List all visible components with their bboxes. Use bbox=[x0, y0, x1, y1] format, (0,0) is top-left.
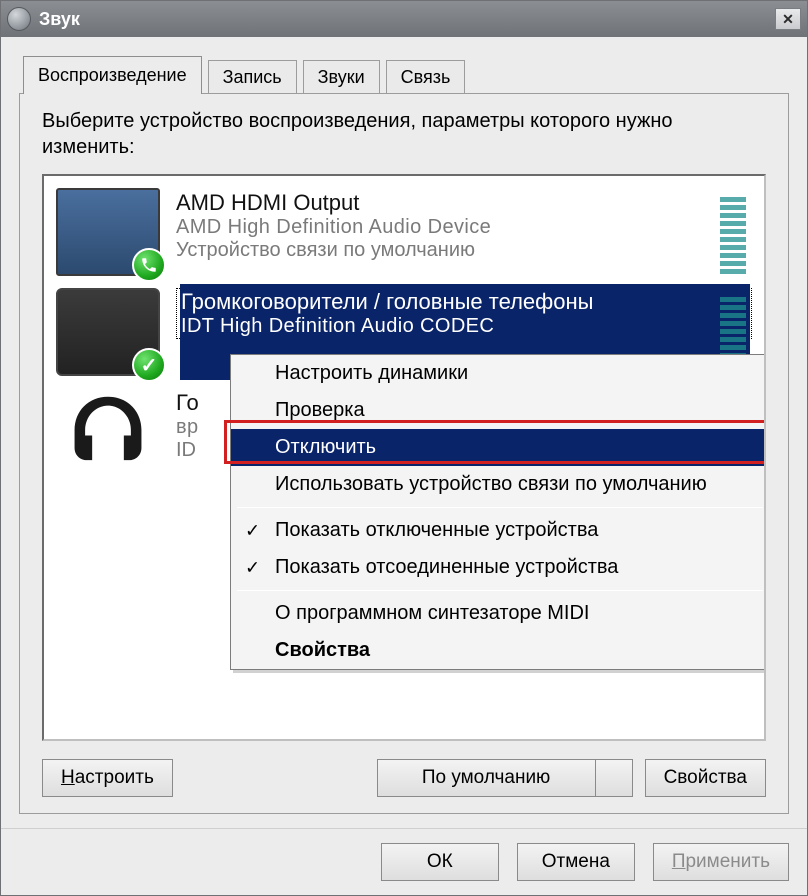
laptop-icon bbox=[56, 288, 160, 376]
ctx-configure-speakers[interactable]: Настроить динамики bbox=[231, 355, 766, 392]
cancel-button[interactable]: Отмена bbox=[517, 843, 635, 881]
dialog-button-row: ОК Отмена Применить bbox=[1, 828, 807, 895]
apply-button[interactable]: Применить bbox=[653, 843, 789, 881]
window-title: Звук bbox=[39, 9, 80, 30]
ctx-disable[interactable]: Отключить bbox=[231, 429, 766, 466]
ctx-show-disabled[interactable]: ✓Показать отключенные устройства bbox=[231, 512, 766, 549]
headphones-icon bbox=[56, 388, 160, 476]
properties-button[interactable]: Свойства bbox=[645, 759, 766, 797]
set-default-button[interactable]: По умолчанию bbox=[377, 759, 595, 797]
client-area: Воспроизведение Запись Звуки Связь Выбер… bbox=[1, 37, 807, 828]
configure-button[interactable]: Настроить bbox=[42, 759, 173, 797]
device-text: Громкоговорители / головные телефоны IDT… bbox=[176, 288, 752, 339]
monitor-icon bbox=[56, 188, 160, 276]
device-title: AMD HDMI Output bbox=[176, 190, 752, 216]
ctx-use-comm-default[interactable]: Использовать устройство связи по умолчан… bbox=[231, 466, 766, 503]
check-icon: ✓ bbox=[245, 520, 260, 541]
device-status: Устройство связи по умолчанию bbox=[176, 239, 752, 262]
tab-strip: Воспроизведение Запись Звуки Связь bbox=[23, 55, 789, 93]
tab-comm[interactable]: Связь bbox=[386, 60, 466, 94]
ctx-about-midi[interactable]: О программном синтезаторе MIDI bbox=[231, 595, 766, 632]
tab-playback[interactable]: Воспроизведение bbox=[23, 56, 202, 94]
close-icon: ✕ bbox=[782, 11, 794, 28]
tab-record[interactable]: Запись bbox=[208, 60, 297, 94]
ctx-properties[interactable]: Свойства bbox=[231, 632, 766, 669]
ctx-separator bbox=[237, 590, 763, 591]
set-default-dropdown[interactable] bbox=[595, 759, 633, 797]
phone-badge-icon bbox=[132, 248, 166, 282]
check-badge-icon bbox=[132, 348, 166, 382]
playback-panel: Выберите устройство воспроизведения, пар… bbox=[19, 93, 789, 814]
speaker-icon bbox=[7, 7, 31, 31]
device-item[interactable]: AMD HDMI Output AMD High Definition Audi… bbox=[52, 182, 756, 282]
set-default-split-button[interactable]: По умолчанию bbox=[377, 759, 633, 797]
device-list[interactable]: AMD HDMI Output AMD High Definition Audi… bbox=[42, 174, 766, 741]
device-subtitle: AMD High Definition Audio Device bbox=[176, 216, 752, 239]
tab-sounds[interactable]: Звуки bbox=[303, 60, 380, 94]
device-text: AMD HDMI Output AMD High Definition Audi… bbox=[176, 188, 752, 262]
ctx-separator bbox=[237, 507, 763, 508]
ok-button[interactable]: ОК bbox=[381, 843, 499, 881]
check-icon: ✓ bbox=[245, 557, 260, 578]
context-menu: Настроить динамики Проверка Отключить Ис… bbox=[230, 354, 766, 670]
device-subtitle: IDT High Definition Audio CODEC bbox=[181, 315, 747, 338]
sound-window: Звук ✕ Воспроизведение Запись Звуки Связ… bbox=[0, 0, 808, 896]
titlebar[interactable]: Звук ✕ bbox=[1, 1, 807, 37]
device-title: Громкоговорители / головные телефоны bbox=[181, 289, 747, 315]
close-button[interactable]: ✕ bbox=[775, 8, 801, 30]
panel-instruction: Выберите устройство воспроизведения, пар… bbox=[42, 108, 766, 160]
ctx-show-disconnected[interactable]: ✓Показать отсоединенные устройства bbox=[231, 549, 766, 586]
panel-button-row: Настроить По умолчанию Свойства bbox=[42, 759, 766, 797]
ctx-test[interactable]: Проверка bbox=[231, 392, 766, 429]
level-meter bbox=[720, 190, 746, 274]
